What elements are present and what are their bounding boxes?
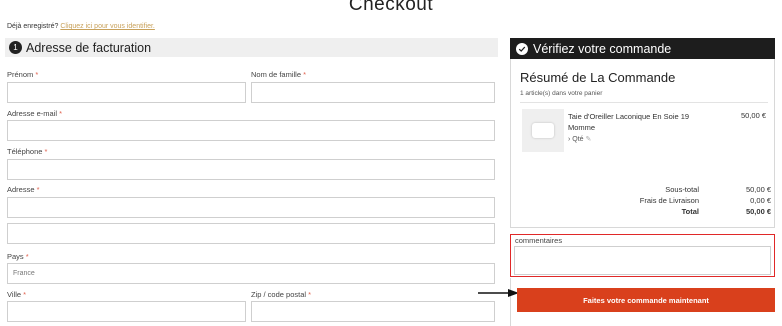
edit-icon[interactable]: ✎ xyxy=(586,136,592,143)
shipping-label: Frais de Livraison xyxy=(639,196,699,205)
address-line2-field[interactable] xyxy=(7,223,495,244)
last-name-label: Nom de famille * xyxy=(251,70,307,79)
login-prompt-text: Déjà enregistré? xyxy=(7,23,59,30)
comments-label: commentaires xyxy=(515,236,563,245)
item-divider xyxy=(520,102,768,103)
first-name-label: Prénom * xyxy=(7,70,39,79)
product-qty[interactable]: › Qté ✎ xyxy=(568,135,591,143)
product-thumbnail[interactable] xyxy=(522,109,564,152)
subtotal-value: 50,00 € xyxy=(745,185,771,194)
email-field[interactable] xyxy=(7,120,495,141)
comments-highlight: commentaires xyxy=(510,234,775,277)
pillow-image xyxy=(532,123,554,138)
total-label: Total xyxy=(681,207,699,216)
page-title: Checkout xyxy=(348,0,434,15)
order-summary: Résumé de La Commande 1 article(s) dans … xyxy=(510,59,775,228)
divider xyxy=(510,278,511,326)
check-circle-icon xyxy=(516,42,528,55)
billing-section-title: Adresse de facturation xyxy=(26,40,152,55)
zip-label: Zip / code postal * xyxy=(251,290,312,299)
review-section-title: Vérifiez votre commande xyxy=(533,41,672,56)
total-value: 50,00 € xyxy=(745,207,771,216)
product-price: 50,00 € xyxy=(741,111,767,120)
address-field[interactable] xyxy=(7,197,495,218)
city-label: Ville * xyxy=(7,290,27,299)
place-order-button[interactable]: Faites votre commande maintenant xyxy=(517,288,775,312)
comments-textarea[interactable] xyxy=(514,246,771,275)
summary-title: Résumé de La Commande xyxy=(520,70,676,85)
product-name: Taie d'Oreiller Laconique En Soie 19 Mom… xyxy=(568,112,690,132)
shipping-value: 0,00 € xyxy=(750,196,771,205)
subtotal-label: Sous-total xyxy=(665,185,699,194)
country-label: Pays * xyxy=(7,252,29,261)
zip-field[interactable] xyxy=(251,301,495,322)
cart-count: 1 article(s) dans votre panier xyxy=(520,90,603,97)
arrow-right-icon xyxy=(478,289,519,297)
country-select[interactable]: France xyxy=(7,263,495,284)
city-field[interactable] xyxy=(7,301,246,322)
email-label: Adresse e-mail * xyxy=(7,109,63,118)
last-name-input[interactable] xyxy=(251,82,495,103)
login-prompt: Déjà enregistré? Cliquez ici pour vous i… xyxy=(7,23,155,30)
login-link[interactable]: Cliquez ici pour vous identifier. xyxy=(60,23,155,30)
review-section-header: Vérifiez votre commande xyxy=(510,38,775,59)
billing-section-header: 1 Adresse de facturation xyxy=(5,38,498,57)
address-label: Adresse * xyxy=(7,185,40,194)
first-name-input[interactable] xyxy=(7,82,246,103)
phone-label: Téléphone * xyxy=(7,147,48,156)
phone-field[interactable] xyxy=(7,159,495,180)
step-number-icon: 1 xyxy=(9,41,22,54)
